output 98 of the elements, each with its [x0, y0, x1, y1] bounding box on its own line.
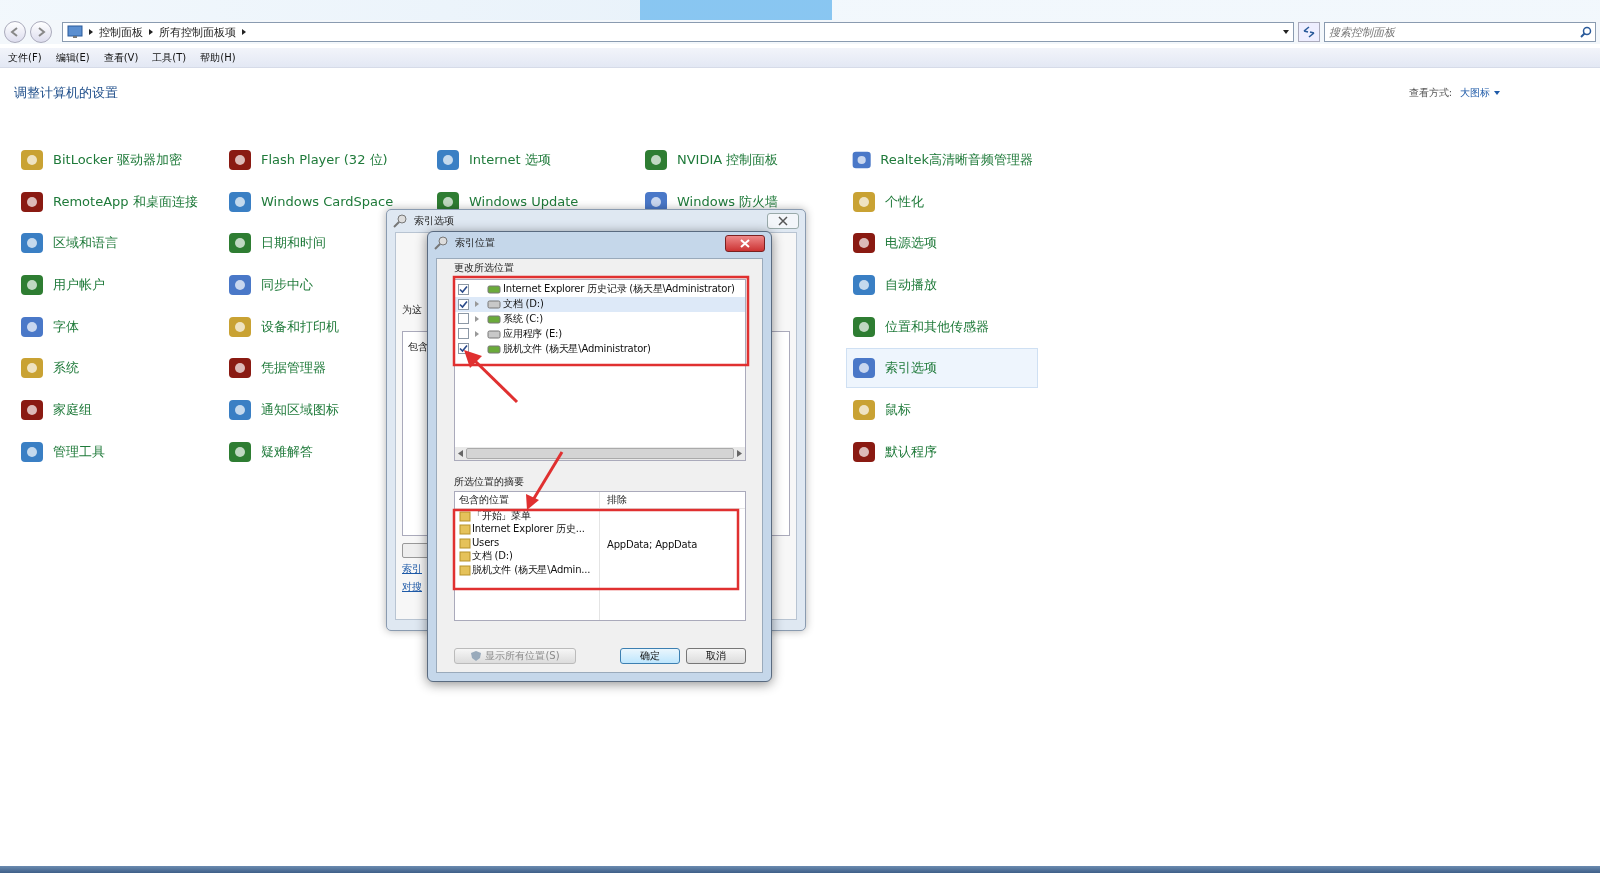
location-icon: [487, 327, 501, 340]
refresh-icon: [1302, 26, 1316, 38]
table-cell: 「开始」菜单: [472, 508, 531, 523]
magnifier-icon: [434, 236, 450, 250]
page-heading: 调整计算机的设置: [14, 84, 118, 102]
folder-icon: [459, 563, 471, 576]
close-icon: [777, 216, 789, 226]
tree-item[interactable]: Internet Explorer 历史记录 (杨天星\Administrator): [455, 282, 745, 297]
control-panel-item[interactable]: 家庭组: [14, 390, 206, 431]
checkbox[interactable]: [458, 328, 469, 340]
control-panel-item[interactable]: 鼠标: [846, 390, 1038, 431]
close-button[interactable]: [767, 213, 799, 229]
control-panel-item[interactable]: 同步中心: [222, 265, 414, 306]
location-icon: [487, 342, 501, 355]
breadcrumb-arrow-icon: [89, 29, 93, 35]
control-panel-icon: [19, 147, 45, 173]
column-header[interactable]: 包含的位置: [455, 493, 603, 507]
table-cell: Internet Explorer 历史...: [472, 522, 585, 537]
location-icon: [487, 283, 501, 296]
refresh-button[interactable]: [1298, 22, 1320, 42]
control-panel-item[interactable]: 用户帐户: [14, 265, 206, 306]
control-panel-item[interactable]: RemoteApp 和桌面连接: [14, 181, 206, 222]
scroll-left-icon[interactable]: [458, 450, 464, 457]
breadcrumb-arrow-icon: [242, 29, 246, 35]
table-cell: 脱机文件 (杨天星\Admin...: [472, 562, 591, 577]
view-by-label: 查看方式:: [1408, 86, 1452, 100]
section-label: 更改所选位置: [454, 261, 515, 275]
menu-item[interactable]: 帮助(H): [200, 50, 236, 65]
tree-item[interactable]: 脱机文件 (杨天星\Administrator): [455, 341, 745, 356]
window-title: 索引选项: [414, 214, 454, 228]
breadcrumb-arrow-icon: [149, 29, 153, 35]
control-panel-item[interactable]: 默认程序: [846, 431, 1038, 472]
control-panel-item[interactable]: 电源选项: [846, 223, 1038, 264]
tree-item[interactable]: 应用程序 (E:): [455, 326, 745, 342]
tree-item[interactable]: 系统 (C:): [455, 311, 745, 327]
location-icon: [487, 298, 501, 311]
magnifier-icon: [393, 214, 409, 228]
checkbox[interactable]: [458, 283, 469, 295]
forward-button[interactable]: [30, 21, 52, 43]
menu-item[interactable]: 编辑(E): [55, 50, 90, 65]
control-panel-item[interactable]: Flash Player (32 位): [222, 140, 414, 180]
tree-item[interactable]: 文档 (D:): [455, 296, 745, 312]
menu-item[interactable]: 文件(F): [8, 50, 42, 65]
menu-item[interactable]: 工具(T): [152, 50, 187, 65]
control-panel-item[interactable]: 索引选项: [846, 348, 1038, 389]
description-text: 为这: [402, 303, 422, 317]
table-cell: 文档 (D:): [472, 549, 513, 564]
control-panel-item[interactable]: Realtek高清晰音频管理器: [846, 140, 1038, 180]
scroll-right-icon[interactable]: [736, 450, 742, 457]
annotation-arrow: [526, 451, 564, 510]
control-panel-item[interactable]: 通知区域图标: [222, 390, 414, 431]
close-icon: [740, 238, 750, 248]
control-panel-item[interactable]: Internet 选项: [430, 140, 622, 180]
control-panel-item[interactable]: 位置和其他传感器: [846, 306, 1038, 347]
control-panel-item[interactable]: 管理工具: [14, 431, 206, 472]
control-panel-item[interactable]: BitLocker 驱动器加密: [14, 140, 206, 180]
view-by-dropdown[interactable]: 大图标: [1460, 86, 1500, 100]
column-header[interactable]: 排除: [603, 493, 627, 507]
control-panel-icon: [643, 147, 669, 173]
menu-item[interactable]: 查看(V): [103, 50, 139, 65]
control-panel-item[interactable]: 自动播放: [846, 265, 1038, 306]
window-title: 索引位置: [455, 236, 495, 250]
back-button[interactable]: [4, 21, 26, 43]
breadcrumb[interactable]: 所有控制面板项: [159, 24, 236, 40]
control-panel-item[interactable]: 日期和时间: [222, 223, 414, 264]
folder-icon: [459, 536, 471, 549]
search-field[interactable]: 搜索控制面板: [1324, 22, 1596, 42]
search-icon: [1580, 26, 1592, 38]
expand-arrow-icon[interactable]: [475, 330, 479, 337]
shield-icon: [470, 650, 483, 662]
checkbox[interactable]: [458, 298, 469, 310]
table-cell: Users: [472, 537, 499, 549]
control-panel-item[interactable]: Windows CardSpace: [222, 181, 414, 222]
control-panel-item[interactable]: 系统: [14, 348, 206, 389]
folder-icon: [459, 550, 471, 563]
expand-arrow-icon[interactable]: [475, 316, 479, 322]
folder-icon: [459, 509, 471, 522]
control-panel-item[interactable]: 区域和语言: [14, 223, 206, 264]
address-bar[interactable]: 控制面板 所有控制面板项: [62, 22, 1294, 42]
horizontal-scrollbar[interactable]: [455, 447, 745, 460]
location-icon: [487, 313, 501, 325]
dialog-button[interactable]: 确定: [620, 648, 680, 664]
table-cell: AppData; AppData: [607, 539, 698, 551]
checkbox[interactable]: [458, 313, 469, 325]
control-panel-icon: [227, 147, 253, 173]
dropdown-caret-icon[interactable]: [1283, 30, 1289, 34]
column-header: 包含: [408, 341, 428, 352]
control-panel-item[interactable]: 个性化: [846, 181, 1038, 222]
breadcrumb[interactable]: 控制面板: [99, 24, 143, 40]
control-panel-icon: [435, 147, 461, 173]
close-button[interactable]: [725, 234, 765, 252]
control-panel-icon: [67, 25, 83, 39]
section-label: 所选位置的摘要: [454, 475, 525, 489]
control-panel-item[interactable]: 疑难解答: [222, 431, 414, 472]
control-panel-item[interactable]: 字体: [14, 306, 206, 347]
dialog-button[interactable]: 取消: [686, 648, 746, 664]
folder-icon: [459, 523, 471, 536]
control-panel-item[interactable]: NVIDIA 控制面板: [638, 140, 830, 180]
